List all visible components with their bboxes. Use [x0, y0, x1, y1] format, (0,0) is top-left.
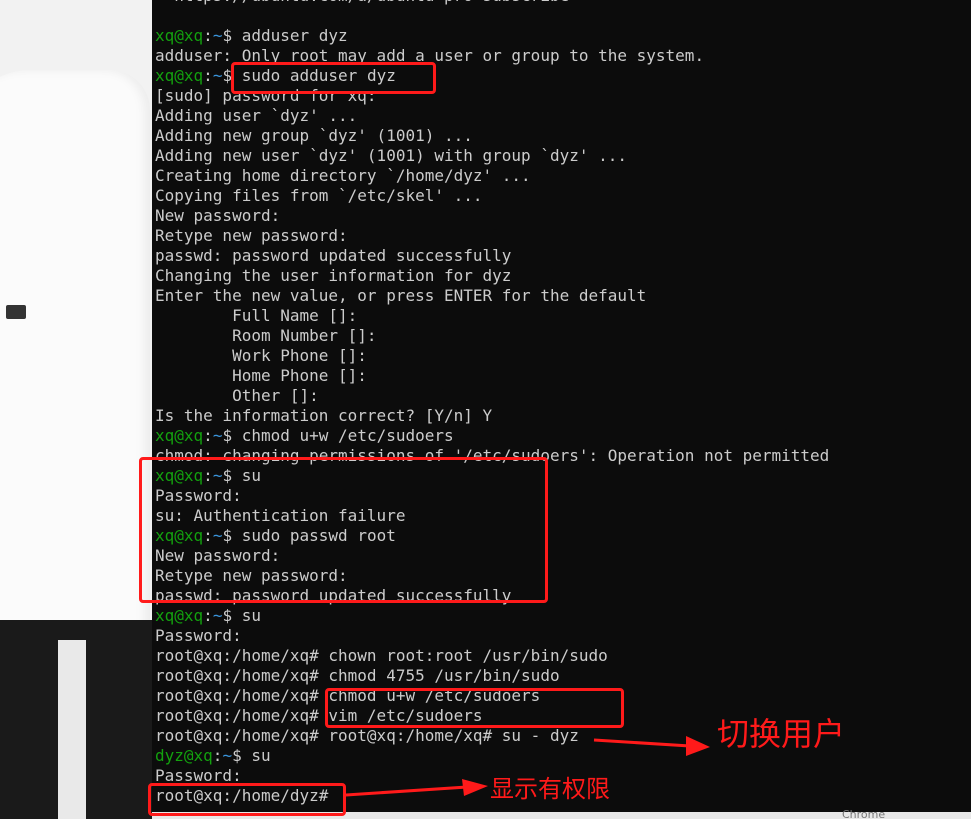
note-switch-user: 切换用户	[717, 715, 846, 753]
terminal-text: New password:	[155, 206, 281, 225]
terminal-line: Enter the new value, or press ENTER for …	[155, 286, 829, 306]
terminal-line: Room Number []:	[155, 326, 829, 346]
note-shows-permission: 显示有权限	[490, 775, 610, 803]
terminal-line: root@xq:/home/xq# chmod 4755 /usr/bin/su…	[155, 666, 829, 686]
prompt-path: ~	[212, 606, 223, 625]
terminal-text: passwd: password updated successfully	[155, 246, 512, 265]
prompt-separator: :	[203, 26, 213, 45]
terminal-text: Room Number []:	[155, 326, 377, 345]
terminal-line: Full Name []:	[155, 306, 829, 326]
photo-legs-gap	[58, 640, 86, 819]
terminal-line: Adding user `dyz' ...	[155, 106, 829, 126]
terminal-line: New password:	[155, 206, 829, 226]
terminal-line: root@xq:/home/xq# chown root:root /usr/b…	[155, 646, 829, 666]
highlight-edit-sudoers	[325, 688, 624, 728]
terminal-text: Is the information correct? [Y/n] Y	[155, 406, 493, 425]
terminal-text: Enter the new value, or press ENTER for …	[155, 286, 647, 305]
terminal-line: passwd: password updated successfully	[155, 246, 829, 266]
terminal-line: Creating home directory `/home/dyz' ...	[155, 166, 829, 186]
photo-shirt	[0, 70, 150, 650]
terminal-text: Full Name []:	[155, 306, 358, 325]
terminal-text: Home Phone []:	[155, 366, 367, 385]
terminal-line: Retype new password:	[155, 226, 829, 246]
prompt-separator: :	[203, 426, 213, 445]
terminal-line: Other []:	[155, 386, 829, 406]
arrow-to-switch-user-note	[593, 736, 710, 756]
terminal-text: Changing the user information for dyz	[155, 266, 512, 285]
prompt-user: dyz@xq	[155, 746, 213, 765]
terminal-line: Changing the user information for dyz	[155, 266, 829, 286]
terminal-text: Creating home directory `/home/dyz' ...	[155, 166, 531, 185]
terminal-line: Home Phone []:	[155, 366, 829, 386]
terminal-text: $ adduser dyz	[222, 26, 348, 45]
prompt-user: xq@xq	[155, 26, 204, 45]
terminal-text: $ su	[222, 606, 261, 625]
terminal-line: Adding new group `dyz' (1001) ...	[155, 126, 829, 146]
terminal-line: Adding new user `dyz' (1001) with group …	[155, 146, 829, 166]
prompt-path: ~	[212, 26, 223, 45]
terminal-text: Copying files from `/etc/skel' ...	[155, 186, 483, 205]
terminal-text: root@xq:/home/xq# root@xq:/home/xq# su -…	[155, 726, 579, 745]
terminal-text: https://ubuntu.com/a/ubuntu-pro-subscrib…	[155, 0, 569, 5]
terminal-line: xq@xq:~$ chmod u+w /etc/sudoers	[155, 426, 829, 446]
terminal-line: Password:	[155, 626, 829, 646]
terminal-text: $ su	[232, 746, 271, 765]
arrow-to-permission-note	[345, 779, 488, 797]
background-photo	[0, 0, 155, 819]
prompt-path: ~	[212, 426, 223, 445]
prompt-path: ~	[222, 746, 233, 765]
terminal-text: Adding user `dyz' ...	[155, 106, 358, 125]
terminal-text: Adding new user `dyz' (1001) with group …	[155, 146, 628, 165]
terminal-text: root@xq:/home/xq# chown root:root /usr/b…	[155, 646, 608, 665]
terminal-text: root@xq:/home/xq# chmod 4755 /usr/bin/su…	[155, 666, 560, 685]
terminal-line: xq@xq:~$ adduser dyz	[155, 26, 829, 46]
highlight-sudo-adduser	[231, 62, 436, 94]
terminal-text: $ chmod u+w /etc/sudoers	[222, 426, 454, 445]
terminal-line: Copying files from `/etc/skel' ...	[155, 186, 829, 206]
photo-shirt-logo	[6, 305, 26, 319]
terminal-text: Other []:	[155, 386, 319, 405]
prompt-separator: :	[212, 746, 223, 765]
terminal-line: Is the information correct? [Y/n] Y	[155, 406, 829, 426]
highlight-set-root-password	[139, 457, 548, 603]
terminal-line: xq@xq:~$ su	[155, 606, 829, 626]
prompt-user: xq@xq	[155, 606, 204, 625]
prompt-separator: :	[203, 66, 213, 85]
terminal-text: Password:	[155, 626, 242, 645]
prompt-separator: :	[203, 606, 213, 625]
prompt-path: ~	[212, 66, 223, 85]
terminal-line: Work Phone []:	[155, 346, 829, 366]
prompt-user: xq@xq	[155, 66, 204, 85]
corner-label: Chrome	[842, 808, 886, 821]
terminal-text: Retype new password:	[155, 226, 348, 245]
terminal-text: Adding new group `dyz' (1001) ...	[155, 126, 473, 145]
highlight-root-prompt	[148, 783, 346, 816]
terminal-output: https://ubuntu.com/a/ubuntu-pro-subscrib…	[155, 0, 829, 806]
prompt-user: xq@xq	[155, 426, 204, 445]
terminal-text: Work Phone []:	[155, 346, 367, 365]
